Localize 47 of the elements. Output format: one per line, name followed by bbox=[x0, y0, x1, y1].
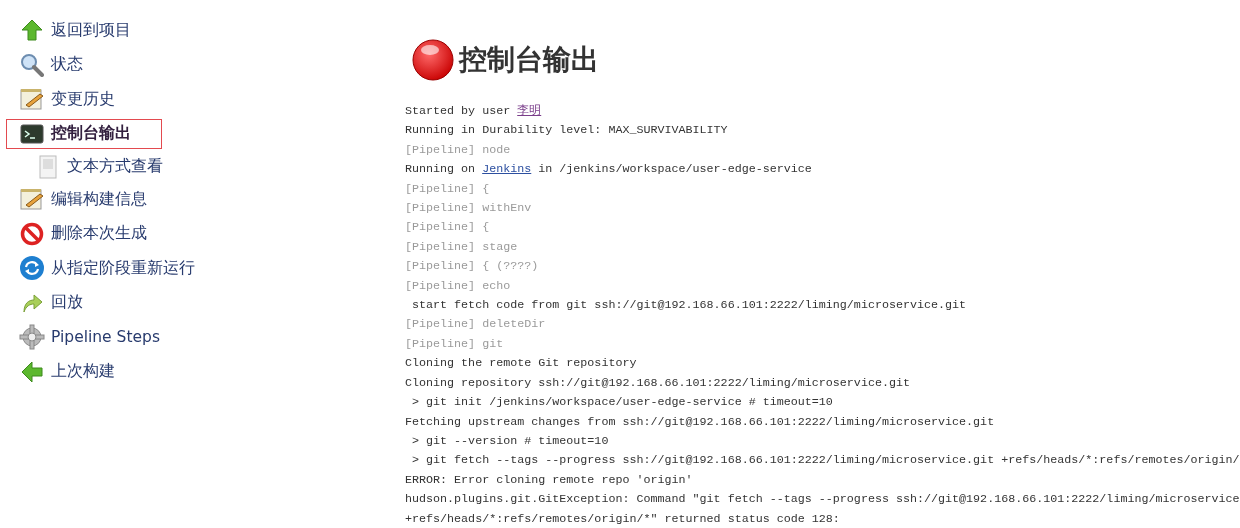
sidebar-item[interactable]: 状态 bbox=[6, 48, 114, 81]
sidebar-item[interactable]: 上次构建 bbox=[6, 356, 146, 387]
pipeline-step-line: [Pipeline] git bbox=[405, 335, 504, 353]
notepad-icon bbox=[20, 188, 44, 211]
console-line: Fetching upstream changes from ssh://git@192.168.66.101:2222/liming/microservice.git bbox=[405, 413, 995, 431]
left-arrow-icon bbox=[21, 360, 43, 383]
console-line: hudson.plugins.git.GitException: Command "git fetch --tags --progress ssh://git@192.168.66.101:2222/liming/microservice bbox=[405, 491, 1240, 509]
pipeline-step-line: [Pipeline] { bbox=[405, 219, 490, 237]
terminal-icon bbox=[20, 122, 44, 145]
console-line: ERROR: Error cloning remote repo 'origin' bbox=[405, 471, 693, 489]
console-line: > git fetch --tags --progress ssh://git@192.168.66.101:2222/liming/microservice.git +refs/heads/*:refs/remotes/origin/ bbox=[411, 452, 1240, 470]
sidebar-item[interactable]: 文本方式查看 bbox=[22, 150, 194, 183]
pipeline-step-line: [Pipeline] withEnv bbox=[405, 200, 532, 218]
pipeline-step-line: [Pipeline] deleteDir bbox=[405, 316, 546, 334]
page-title: 控制台输出 bbox=[459, 42, 599, 78]
notepad-icon bbox=[20, 88, 44, 111]
sidebar-item[interactable]: 控制台输出 bbox=[6, 118, 162, 149]
console-line: > git --version # timeout=10 bbox=[411, 432, 609, 450]
console-link[interactable]: Jenkins bbox=[482, 162, 532, 177]
pipeline-step-line: [Pipeline] echo bbox=[405, 277, 511, 295]
prohibited-icon bbox=[20, 221, 44, 246]
console-link[interactable]: 李明 bbox=[517, 104, 542, 118]
sidebar-item[interactable]: 变更历史 bbox=[6, 84, 146, 115]
up-arrow-icon bbox=[21, 19, 43, 42]
console-line: Cloning the remote Git repository bbox=[405, 355, 637, 373]
console-line: Started by user 李明 bbox=[405, 103, 542, 120]
console-line: +refs/heads/*:refs/remotes/origin/*" returned status code 128: bbox=[405, 510, 840, 528]
sidebar-item[interactable]: 回放 bbox=[6, 287, 114, 318]
console-line: Running on Jenkins in /jenkins/workspace/user-edge-service bbox=[405, 161, 812, 179]
console-line: Cloning repository ssh://git@192.168.66.101:2222/liming/microservice.git bbox=[405, 374, 910, 392]
curved-arrow-icon bbox=[21, 291, 43, 314]
pipeline-step-line: [Pipeline] { (????) bbox=[405, 258, 539, 276]
sidebar-item[interactable]: 从指定阶段重新运行 bbox=[6, 251, 226, 286]
console-line: start fetch code from git ssh://git@192.168.66.101:2222/liming/microservice.git bbox=[411, 297, 967, 315]
pipeline-step-line: [Pipeline] stage bbox=[405, 238, 518, 256]
search-icon bbox=[20, 52, 44, 77]
settings-icon bbox=[19, 324, 45, 351]
console-line: > git init /jenkins/workspace/user-edge-service # timeout=10 bbox=[411, 394, 833, 412]
sidebar-item[interactable]: 返回到项目 bbox=[6, 15, 162, 46]
pipeline-step-line: [Pipeline] { bbox=[405, 180, 490, 198]
sidebar-item[interactable]: 删除本次生成 bbox=[6, 217, 178, 250]
pipeline-step-line: [Pipeline] node bbox=[405, 141, 511, 159]
document-icon bbox=[39, 154, 57, 179]
refresh-icon bbox=[19, 255, 45, 282]
console-line: Running in Durability level: MAX_SURVIVABILITY bbox=[405, 122, 728, 140]
sidebar-item[interactable]: 编辑构建信息 bbox=[6, 184, 178, 215]
sidebar-item[interactable]: Pipeline Steps bbox=[6, 320, 191, 355]
